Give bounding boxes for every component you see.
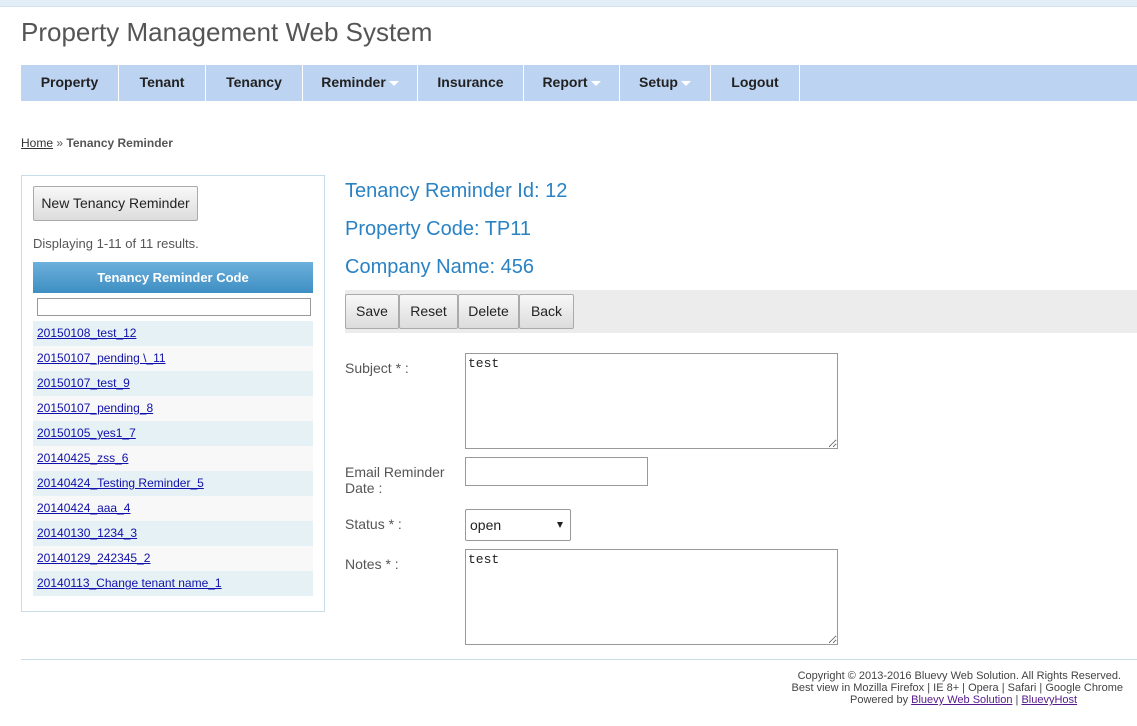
reminder-code-link[interactable]: 20140130_1234_3 — [37, 526, 137, 540]
reminder-code-link[interactable]: 20140129_242345_2 — [37, 551, 150, 565]
subject-textarea[interactable]: test — [465, 353, 838, 449]
back-button[interactable]: Back — [519, 294, 574, 329]
grid-column-header[interactable]: Tenancy Reminder Code — [33, 262, 313, 293]
table-row: 20150107_pending_8 — [33, 396, 313, 421]
company-name-heading: Company Name: 456 — [345, 256, 534, 278]
breadcrumb: Home » Tenancy Reminder — [21, 136, 173, 150]
property-code-heading: Property Code: TP11 — [345, 218, 532, 240]
chevron-down-icon — [388, 80, 399, 86]
save-button[interactable]: Save — [345, 294, 399, 329]
reminder-code-link[interactable]: 20150105_yes1_7 — [37, 426, 136, 440]
menu-item-logout[interactable]: Logout — [711, 65, 800, 101]
new-tenancy-reminder-button[interactable]: New Tenancy Reminder — [33, 186, 198, 221]
email-reminder-date-label-line2: Date : — [345, 480, 383, 496]
table-row: 20140425_zss_6 — [33, 446, 313, 471]
chevron-down-icon — [680, 80, 691, 86]
chevron-down-icon — [590, 80, 601, 86]
status-selected-value: open — [470, 517, 502, 533]
menu-item-tenancy[interactable]: Tenancy — [206, 65, 303, 101]
main-menu: Property Tenant Tenancy Reminder Insuran… — [21, 65, 1137, 101]
table-row: 20150107_pending \_11 — [33, 346, 313, 371]
breadcrumb-separator: » — [56, 136, 64, 150]
menu-item-setup[interactable]: Setup — [620, 65, 711, 101]
menu-label: Tenancy — [226, 74, 282, 90]
notes-label: Notes * : — [345, 556, 399, 572]
reminder-code-link[interactable]: 20140113_Change tenant name_1 — [37, 576, 222, 590]
menu-item-insurance[interactable]: Insurance — [418, 65, 524, 101]
reset-button[interactable]: Reset — [399, 294, 458, 329]
email-reminder-date-input[interactable] — [465, 457, 648, 486]
reminder-code-link[interactable]: 20150108_test_12 — [37, 326, 136, 340]
footer-separator: | — [1015, 694, 1019, 706]
footer-divider — [21, 659, 1137, 660]
status-select[interactable]: open — [465, 509, 571, 541]
reminder-list-panel: New Tenancy Reminder Displaying 1-11 of … — [21, 175, 325, 612]
table-row: 20150108_test_12 — [33, 321, 313, 346]
bluevyhost-link[interactable]: BluevyHost — [1021, 694, 1077, 706]
footer-copyright: Copyright © 2013-2016 Bluevy Web Solutio… — [797, 670, 1121, 682]
menu-item-report[interactable]: Report — [524, 65, 620, 101]
dropdown-arrow-icon — [557, 522, 563, 528]
table-row: 20140424_aaa_4 — [33, 496, 313, 521]
menu-item-property[interactable]: Property — [21, 65, 119, 101]
menu-label: Report — [542, 74, 588, 90]
email-reminder-date-label-line1: Email Reminder — [345, 464, 445, 480]
powered-by-text: Powered by — [850, 694, 909, 706]
table-row: 20140424_Testing Reminder_5 — [33, 471, 313, 496]
menu-item-tenant[interactable]: Tenant — [119, 65, 206, 101]
action-toolbar: Save Reset Delete Back — [345, 290, 1137, 333]
breadcrumb-home-link[interactable]: Home — [21, 136, 53, 150]
top-strip — [0, 0, 1137, 7]
delete-button[interactable]: Delete — [458, 294, 519, 329]
reminder-code-link[interactable]: 20150107_pending \_11 — [37, 351, 166, 365]
menu-label: Setup — [639, 74, 678, 90]
table-row: 20140130_1234_3 — [33, 521, 313, 546]
app-title: Property Management Web System — [21, 17, 433, 47]
menu-label: Property — [40, 74, 99, 90]
reminder-code-link[interactable]: 20140425_zss_6 — [37, 451, 128, 465]
reminder-code-link[interactable]: 20140424_aaa_4 — [37, 501, 130, 515]
status-label: Status * : — [345, 516, 402, 532]
reminder-code-link[interactable]: 20150107_pending_8 — [37, 401, 153, 415]
bluevy-web-solution-link[interactable]: Bluevy Web Solution — [911, 694, 1012, 706]
table-row: 20140129_242345_2 — [33, 546, 313, 571]
footer-powered-by: Powered by Bluevy Web Solution | BluevyH… — [850, 694, 1077, 706]
table-row: 20140113_Change tenant name_1 — [33, 571, 313, 596]
reminder-list: 20150108_test_12 20150107_pending \_11 2… — [33, 321, 313, 596]
reminder-code-link[interactable]: 20140424_Testing Reminder_5 — [37, 476, 204, 490]
table-row: 20150105_yes1_7 — [33, 421, 313, 446]
menu-label: Reminder — [321, 74, 386, 90]
table-row: 20150107_test_9 — [33, 371, 313, 396]
notes-textarea[interactable]: test — [465, 549, 838, 645]
menu-item-reminder[interactable]: Reminder — [303, 65, 418, 101]
footer-browser-note: Best view in Mozilla Firefox | IE 8+ | O… — [791, 682, 1123, 694]
menu-label: Logout — [731, 74, 779, 90]
code-filter-input[interactable] — [37, 298, 311, 316]
reminder-id-heading: Tenancy Reminder Id: 12 — [345, 180, 568, 202]
results-summary: Displaying 1-11 of 11 results. — [33, 236, 199, 251]
menu-label: Insurance — [437, 74, 504, 90]
subject-label: Subject * : — [345, 360, 409, 376]
menu-label: Tenant — [139, 74, 185, 90]
reminder-code-link[interactable]: 20150107_test_9 — [37, 376, 130, 390]
breadcrumb-current: Tenancy Reminder — [66, 136, 173, 150]
